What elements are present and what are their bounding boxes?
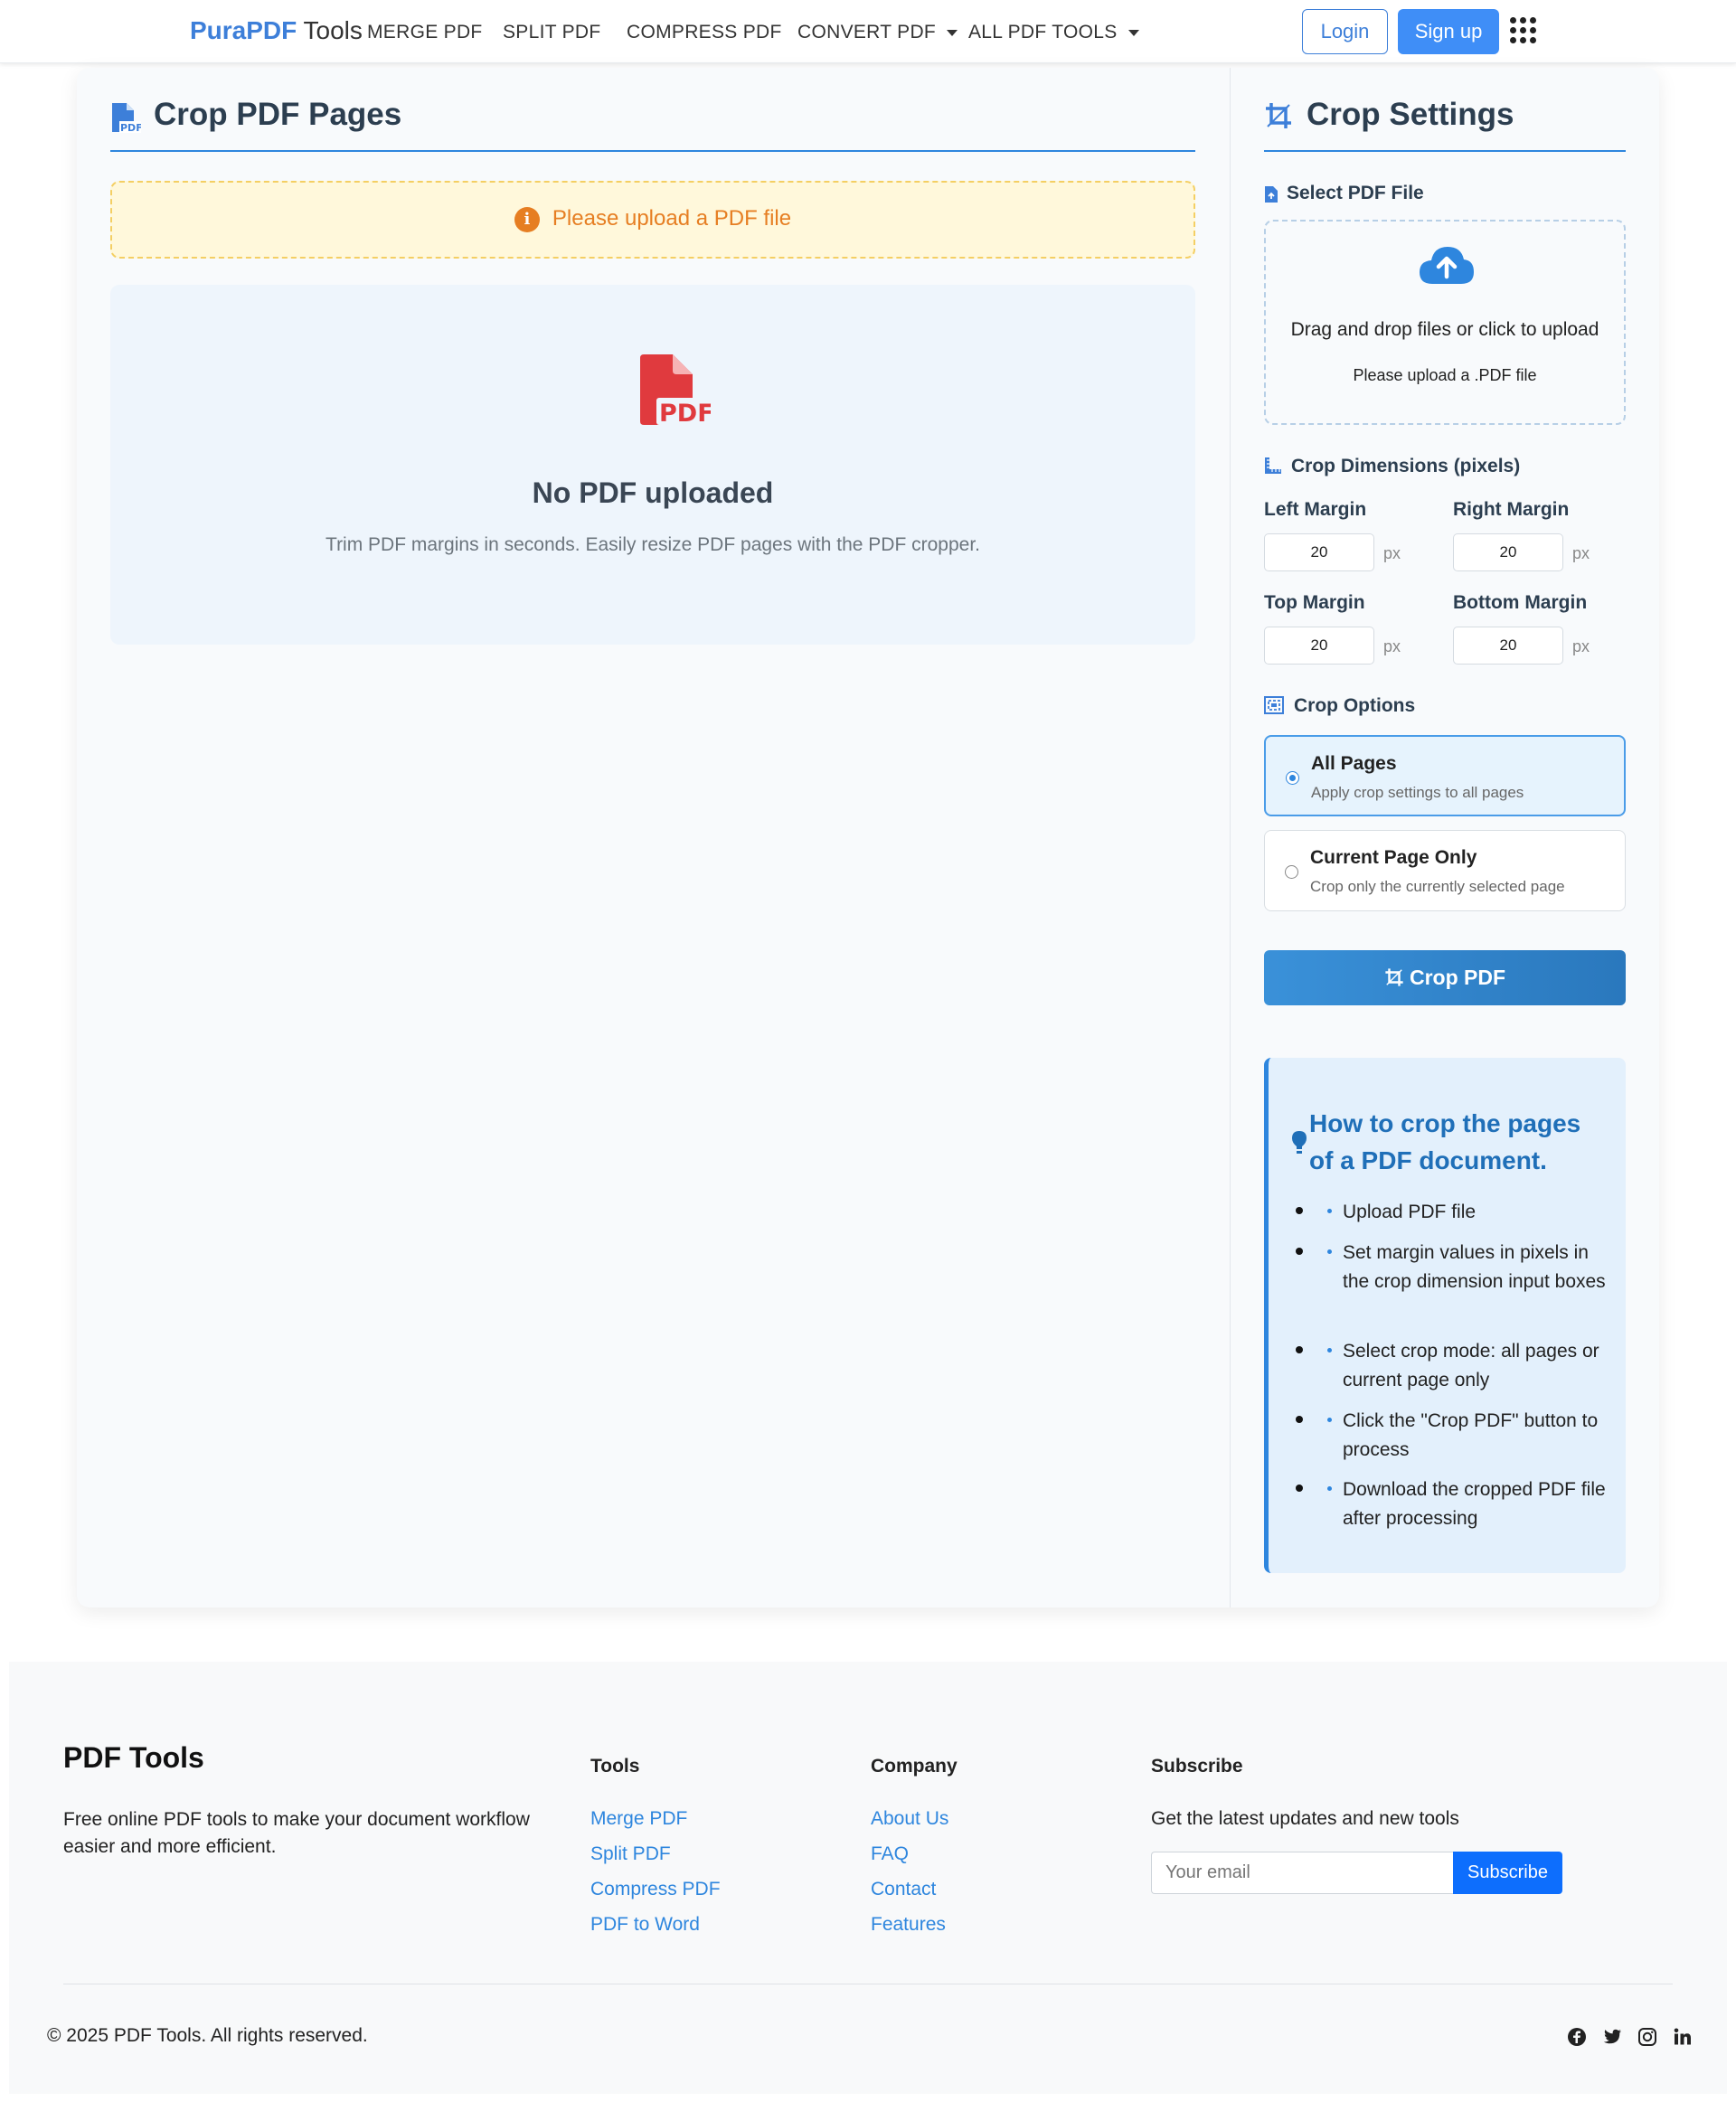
brand-logo[interactable]: PuraPDF Tools — [190, 16, 363, 45]
upload-dropzone[interactable]: Drag and drop files or click to upload P… — [1264, 220, 1626, 425]
settings-title: Crop Settings — [1307, 97, 1514, 132]
option-current-page-desc: Crop only the currently selected page — [1310, 878, 1565, 895]
footer-link-about[interactable]: About Us — [871, 1808, 948, 1830]
linkedin-icon[interactable] — [1673, 2027, 1693, 2047]
left-margin-label: Left Margin — [1264, 499, 1367, 520]
twitter-icon[interactable] — [1602, 2027, 1622, 2047]
brand-primary: PuraPDF — [190, 16, 297, 44]
nav-convert-pdf-dropdown[interactable]: CONVERT PDF — [797, 22, 958, 43]
instagram-icon[interactable] — [1637, 2027, 1657, 2047]
footer-description: Free online PDF tools to make your docum… — [63, 1809, 530, 1857]
footer-brand: PDF Tools — [63, 1741, 204, 1774]
empty-subtitle: Trim PDF margins in seconds. Easily resi… — [326, 534, 980, 555]
bottom-margin-unit: px — [1572, 637, 1590, 655]
crop-options-label: Crop Options — [1294, 695, 1416, 716]
subscribe-button[interactable]: Subscribe — [1453, 1852, 1562, 1894]
page-title: Crop PDF Pages — [154, 97, 402, 132]
top-margin-unit: px — [1383, 637, 1401, 655]
top-margin-input[interactable] — [1264, 627, 1374, 665]
bottom-margin-input[interactable] — [1453, 627, 1563, 665]
footer-link-merge[interactable]: Merge PDF — [590, 1808, 687, 1830]
nav-split-pdf[interactable]: SPLIT PDF — [503, 22, 601, 43]
left-margin-input[interactable] — [1264, 533, 1374, 571]
footer: PDF Tools Free online PDF tools to make … — [9, 1662, 1727, 2094]
bottom-margin-label: Bottom Margin — [1453, 592, 1588, 613]
crop-icon — [1385, 968, 1403, 986]
option-current-page[interactable]: Current Page Only Crop only the currentl… — [1264, 830, 1626, 911]
footer-tools-heading: Tools — [590, 1756, 640, 1777]
crop-options-icon — [1264, 696, 1284, 714]
navbar: PuraPDF Tools MERGE PDF SPLIT PDF COMPRE… — [0, 0, 1736, 63]
select-file-label: Select PDF File — [1287, 183, 1424, 203]
radio-all-pages[interactable] — [1286, 771, 1299, 785]
option-all-pages-desc: Apply crop settings to all pages — [1311, 784, 1524, 801]
svg-text:PDF: PDF — [120, 122, 141, 134]
facebook-icon[interactable] — [1567, 2027, 1587, 2047]
left-margin-unit: px — [1383, 544, 1401, 562]
caret-down-icon — [947, 29, 958, 36]
file-pdf-icon: PDF — [112, 103, 141, 134]
radio-current-page[interactable] — [1285, 865, 1298, 879]
dimensions-label: Crop Dimensions (pixels) — [1291, 456, 1521, 476]
nav-all-tools-dropdown[interactable]: ALL PDF TOOLS — [968, 22, 1139, 43]
footer-subscribe-heading: Subscribe — [1151, 1756, 1243, 1777]
footer-link-features[interactable]: Features — [871, 1914, 946, 1936]
footer-link-compress[interactable]: Compress PDF — [590, 1879, 721, 1900]
footer-company-heading: Company — [871, 1756, 958, 1777]
cloud-upload-icon — [1420, 247, 1474, 284]
nav-all-tools-label: ALL PDF TOOLS — [968, 22, 1118, 42]
pdf-file-icon: PDF — [640, 354, 711, 427]
upload-alert: i Please upload a PDF file — [110, 181, 1195, 259]
info-icon: i — [514, 206, 540, 232]
copyright: © 2025 PDF Tools. All rights reserved. — [47, 2025, 368, 2046]
apps-grid-icon[interactable] — [1510, 17, 1537, 44]
right-margin-input[interactable] — [1453, 533, 1563, 571]
login-button[interactable]: Login — [1302, 9, 1388, 54]
title-divider — [110, 150, 1195, 152]
footer-subscribe-note: Get the latest updates and new tools — [1151, 1808, 1459, 1829]
right-margin-unit: px — [1572, 544, 1590, 562]
howto-title: How to crop the pages of a PDF document. — [1309, 1109, 1581, 1174]
empty-state: PDF No PDF uploaded Trim PDF margins in … — [110, 285, 1195, 645]
signup-button[interactable]: Sign up — [1398, 9, 1499, 54]
option-all-pages-title: All Pages — [1311, 753, 1397, 774]
upload-file-type-note: Please upload a .PDF file — [1353, 366, 1537, 384]
email-input[interactable] — [1151, 1852, 1454, 1894]
nav-merge-pdf[interactable]: MERGE PDF — [367, 22, 483, 43]
lightbulb-icon — [1292, 1131, 1307, 1154]
nav-compress-pdf[interactable]: COMPRESS PDF — [627, 22, 782, 43]
nav-convert-pdf-label: CONVERT PDF — [797, 22, 937, 42]
top-margin-label: Top Margin — [1264, 592, 1365, 613]
file-upload-icon — [1265, 186, 1278, 203]
crop-icon — [1266, 103, 1291, 128]
empty-title: No PDF uploaded — [532, 476, 774, 509]
settings-divider — [1264, 150, 1626, 152]
footer-link-split[interactable]: Split PDF — [590, 1843, 671, 1865]
option-all-pages[interactable]: All Pages Apply crop settings to all pag… — [1264, 735, 1626, 816]
caret-down-icon — [1127, 29, 1139, 36]
crop-pdf-button[interactable]: Crop PDF — [1264, 950, 1626, 1005]
footer-link-contact[interactable]: Contact — [871, 1879, 936, 1900]
svg-text:PDF: PDF — [659, 400, 711, 427]
upload-instructions: Drag and drop files or click to upload — [1290, 319, 1599, 340]
footer-link-faq[interactable]: FAQ — [871, 1843, 909, 1865]
right-margin-label: Right Margin — [1453, 499, 1570, 520]
brand-secondary: Tools — [303, 16, 363, 44]
footer-link-pdf-to-word[interactable]: PDF to Word — [590, 1914, 700, 1936]
option-current-page-title: Current Page Only — [1310, 847, 1477, 868]
crop-pdf-label: Crop PDF — [1409, 966, 1506, 989]
ruler-icon — [1265, 457, 1281, 474]
howto-panel: How to crop the pages of a PDF document.… — [1264, 1058, 1626, 1573]
alert-text: Please upload a PDF file — [552, 206, 792, 231]
